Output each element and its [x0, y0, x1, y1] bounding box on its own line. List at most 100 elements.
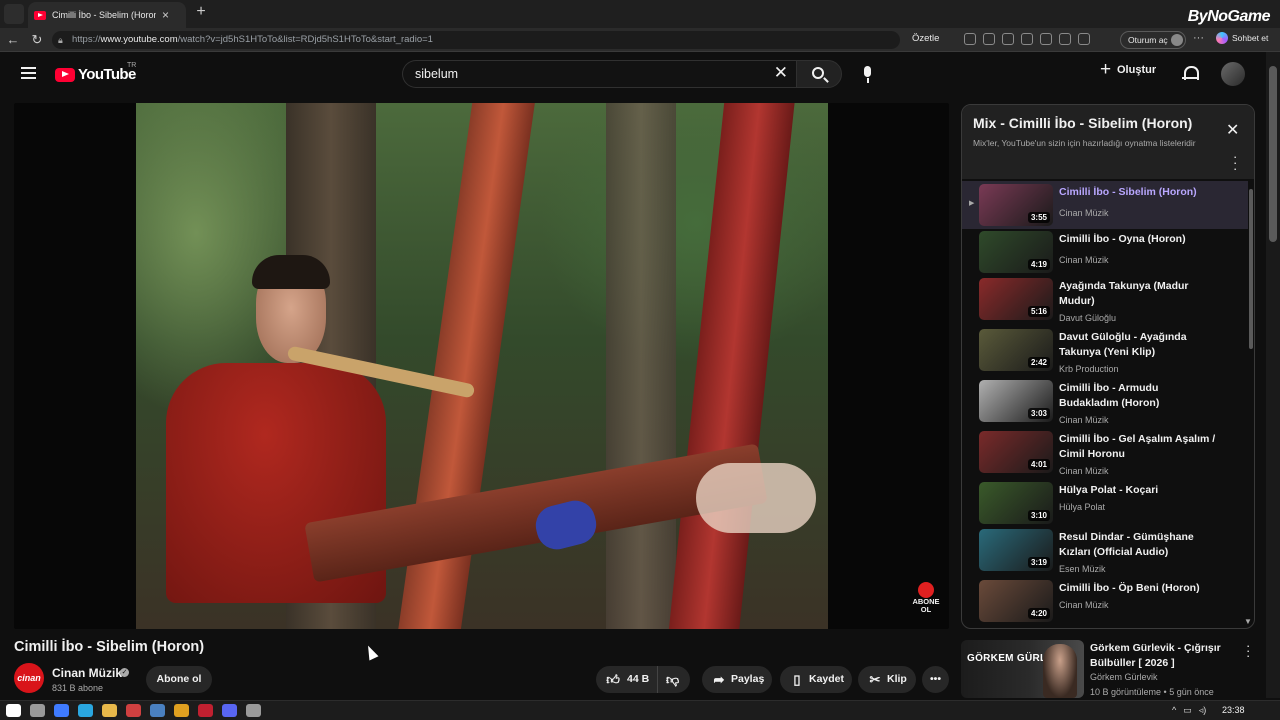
mix-item-thumbnail[interactable]: 3:03 — [979, 380, 1053, 422]
url-path: /watch?v=jd5hS1HToTo&list=RDjd5hS1HToTo&… — [177, 34, 433, 45]
recommended-title[interactable]: Görkem Gürlevik - Çığrışır Bülbüller [ 2… — [1090, 641, 1240, 671]
more-actions-button[interactable]: ••• — [922, 666, 949, 693]
url-domain: www.youtube.com — [100, 34, 178, 45]
reload-icon[interactable]: ↻ — [28, 31, 46, 49]
mix-item-thumbnail[interactable]: 3:19 — [979, 529, 1053, 571]
scene-performer-hair — [252, 255, 330, 289]
search-button[interactable] — [796, 60, 842, 88]
mix-item[interactable]: 4:20 Cimilli İbo - Öp Beni (Horon) Cinan M… — [962, 577, 1248, 625]
tray-chevron-icon[interactable]: ^ — [1172, 705, 1176, 716]
page-scrollbar-thumb[interactable] — [1269, 66, 1277, 242]
like-button[interactable]: 👍︎ 44 B — [596, 666, 658, 693]
menu-hamburger-icon[interactable] — [21, 67, 36, 79]
split-screen-icon[interactable] — [964, 33, 976, 45]
share-button[interactable]: ➦ Paylaş — [702, 666, 772, 693]
steam-icon[interactable] — [150, 704, 165, 717]
browser-menu-icon[interactable]: ··· — [1193, 32, 1204, 44]
mix-item-thumbnail[interactable]: 4:19 — [979, 231, 1053, 273]
mix-item-thumbnail[interactable]: 3:55 — [979, 184, 1053, 226]
back-icon[interactable]: ← — [4, 31, 22, 49]
clear-search-icon[interactable]: ✕ — [774, 63, 788, 83]
close-icon[interactable]: ✕ — [1226, 120, 1239, 140]
edge-icon[interactable] — [78, 704, 93, 717]
tab-list-button[interactable] — [4, 4, 24, 24]
discord-icon[interactable] — [222, 704, 237, 717]
task-view-icon[interactable] — [30, 704, 45, 717]
youtube-logo[interactable]: YouTube TR — [55, 62, 136, 83]
start-icon[interactable] — [6, 704, 21, 717]
mix-item-title: Cimilli İbo - Gel Aşalım Aşalım / Cimil … — [1059, 433, 1216, 460]
volume-icon[interactable]: ◃) — [1199, 705, 1207, 716]
browser-tab-active[interactable]: Cimilli İbo - Sibelim (Horon) × — [28, 2, 186, 28]
network-icon[interactable]: ▭ — [1183, 705, 1192, 716]
mix-item[interactable]: 3:03 Cimilli İbo - Armudu Budakladım (Hor… — [962, 377, 1248, 425]
mix-item-thumbnail[interactable]: 2:42 — [979, 329, 1053, 371]
share-label: Paylaş — [731, 673, 765, 685]
save-button[interactable]: ▯ Kaydet — [780, 666, 852, 693]
account-avatar[interactable] — [1221, 62, 1245, 86]
clip-button[interactable]: ✂ Klip — [858, 666, 916, 693]
subscribe-overlay-button[interactable]: ABONE OL — [911, 582, 941, 614]
voice-search-mic-icon[interactable] — [854, 61, 881, 88]
mix-item-thumbnail[interactable]: 5:16 — [979, 278, 1053, 320]
browser-tab-bar: Cimilli İbo - Sibelim (Horon) × + ByNoGa… — [0, 0, 1280, 28]
signin-button[interactable]: Oturum aç — [1120, 31, 1186, 49]
mix-scrollbar[interactable] — [1249, 189, 1253, 349]
address-bar[interactable]: 🔒︎ https://www.youtube.com/watch?v=jd5hS… — [52, 31, 900, 49]
recommended-thumbnail[interactable]: GÖRKEM GÜRLEVİK — [961, 640, 1084, 698]
recommended-video[interactable]: GÖRKEM GÜRLEVİK Görkem Gürlevik - Çığrış… — [961, 639, 1261, 698]
watermark: ByNoGame — [1187, 8, 1271, 25]
page-scrollbar[interactable] — [1266, 52, 1280, 698]
mix-menu-icon[interactable]: · · · — [1233, 150, 1239, 175]
scene-tree-trunk — [606, 103, 676, 629]
mix-item-duration: 2:42 — [1027, 357, 1050, 368]
dislike-button[interactable]: 👎︎ — [666, 673, 679, 686]
browser-essentials-icon[interactable] — [1059, 33, 1071, 45]
zoom-icon[interactable] — [983, 33, 995, 45]
taskbar-clock[interactable]: 23:38 — [1222, 705, 1245, 715]
mix-item-duration: 4:19 — [1027, 259, 1050, 270]
subscribe-overlay-label-2: OL — [920, 605, 932, 614]
recommended-channel[interactable]: Görkem Gürlevik — [1090, 672, 1158, 682]
video-player[interactable]: ABONE OL — [14, 103, 949, 629]
file-explorer-icon[interactable] — [102, 704, 117, 717]
tab-close-icon[interactable]: × — [162, 8, 169, 22]
mix-item-duration: 4:01 — [1027, 459, 1050, 470]
channel-avatar[interactable]: cinan — [14, 663, 44, 693]
channel-name[interactable]: Cinan Müzik — [52, 666, 122, 680]
notifications-bell-icon[interactable] — [1182, 65, 1199, 83]
mix-item-channel: Cinan Müzik — [1059, 466, 1109, 476]
mix-item-channel: Cinan Müzik — [1059, 600, 1109, 610]
copilot-button[interactable]: Sohbet et — [1216, 32, 1268, 44]
extensions-puzzle-icon[interactable] — [1040, 33, 1052, 45]
mix-item[interactable]: 4:19 Cimilli İbo - Oyna (Horon) Cinan Müzi… — [962, 228, 1248, 276]
mix-item-thumbnail[interactable]: 3:10 — [979, 482, 1053, 524]
chrome-icon[interactable] — [174, 704, 189, 717]
extension-icon[interactable] — [1021, 33, 1033, 45]
mix-item[interactable]: 3:19 Resul Dindar - Gümüşhane Kızları (Of… — [962, 526, 1248, 574]
mix-item[interactable]: 2:42 Davut Güloğlu - Ayağında Takunya (Ye… — [962, 326, 1248, 374]
news-app-icon[interactable] — [126, 704, 141, 717]
copilot-app-icon[interactable] — [54, 704, 69, 717]
acrobat-icon[interactable] — [198, 704, 213, 717]
obs-icon[interactable] — [246, 704, 261, 717]
mix-expand-chevron-icon[interactable]: ▼ — [1244, 617, 1252, 626]
summarize-button[interactable]: Özetle — [912, 33, 939, 44]
search-input[interactable] — [415, 67, 755, 81]
new-tab-button[interactable]: + — [192, 3, 210, 21]
mix-item[interactable]: 5:16 Ayağında Takunya (Madur Mudur) Davut … — [962, 275, 1248, 323]
mix-item-title: Cimilli İbo - Sibelim (Horon) — [1059, 186, 1197, 198]
mix-title[interactable]: Mix - Cimilli İbo - Sibelim (Horon) — [973, 115, 1192, 131]
recommended-meta: 10 B görüntüleme • 5 gün önce — [1090, 687, 1214, 697]
country-code: TR — [127, 62, 137, 69]
recommended-menu-icon[interactable]: · · · — [1246, 639, 1252, 662]
favorite-star-icon[interactable] — [1002, 33, 1014, 45]
mix-item-thumbnail[interactable]: 4:01 — [979, 431, 1053, 473]
mix-item-thumbnail[interactable]: 4:20 — [979, 580, 1053, 622]
mix-item[interactable]: 4:01 Cimilli İbo - Gel Aşalım Aşalım / Ci… — [962, 428, 1248, 476]
favorites-icon[interactable] — [1078, 33, 1090, 45]
mix-item[interactable]: 3:10 Hülya Polat - Koçari Hülya Polat — [962, 479, 1248, 527]
mix-item[interactable]: ▶ 3:55 Cimilli İbo - Sibelim (Horon) Cinan … — [962, 181, 1248, 229]
create-button[interactable]: Oluştur — [1100, 59, 1156, 81]
subscribe-button[interactable]: Abone ol — [146, 666, 212, 693]
